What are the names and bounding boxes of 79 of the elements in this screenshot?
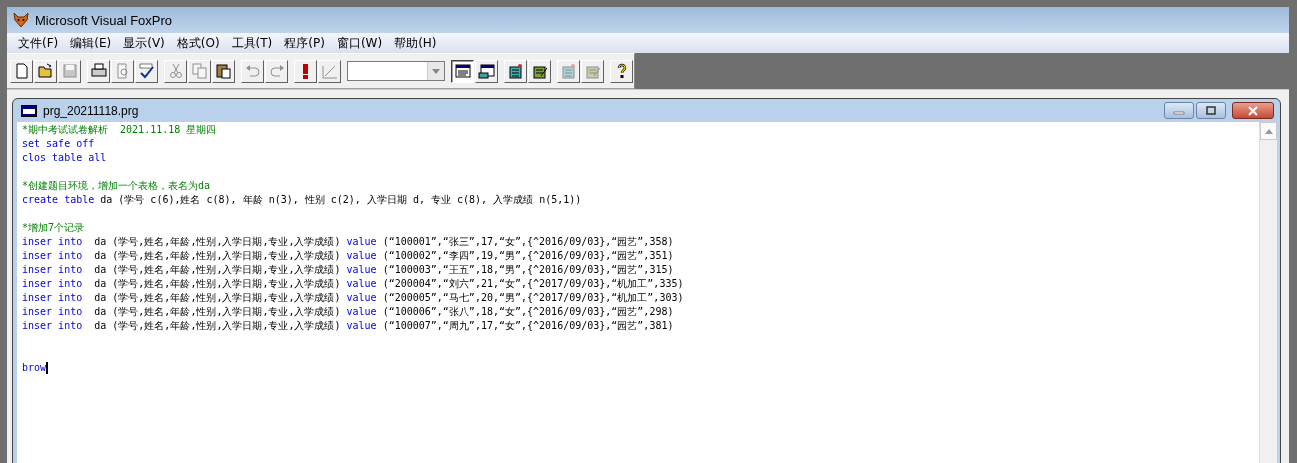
pages-icon	[190, 62, 209, 80]
window-table-icon	[477, 62, 496, 80]
window-title: Microsoft Visual FoxPro	[35, 12, 173, 28]
maximize-button[interactable]	[1196, 102, 1226, 119]
code-text: (“100006”,“张八”,18,“女”,{^2016/09/03},“园艺”,298)	[381, 305, 674, 319]
code-text: da (学号,姓名,年龄,性别,入学日期,专业,入学成绩)	[93, 249, 342, 263]
code-text: value	[346, 277, 377, 291]
code-text: inser into	[22, 263, 83, 277]
code-text: (“200004”,“刘六”,21,“女”,{^2017/09/03},“机加工”,335)	[381, 277, 684, 291]
document-icon	[21, 104, 37, 117]
fox-icon	[13, 12, 29, 28]
report-button[interactable]	[528, 59, 551, 83]
menu-item[interactable]: 格式(O)	[171, 34, 227, 52]
menu-item[interactable]: 显示(V)	[118, 34, 172, 52]
code-text: *增加7个记录	[22, 221, 85, 235]
code-text: brow	[22, 361, 47, 375]
minimize-button[interactable]	[1164, 102, 1194, 119]
scroll-up-icon	[1264, 128, 1273, 134]
code-text: da (学号,姓名,年龄,性别,入学日期,专业,入学成绩)	[93, 291, 342, 305]
code-text: da (学号,姓名,年龄,性别,入学日期,专业,入学成绩)	[93, 277, 342, 291]
run-button[interactable]	[294, 59, 317, 83]
code-text: clos table all	[22, 151, 107, 165]
code-text: inser into	[22, 277, 83, 291]
code-text: da (学号 c(6),姓名 c(8), 年龄 n(3), 性别 c(2), 入学日期 d, 专业 c(8), 入学成绩 n(5,1))	[99, 193, 582, 207]
code-text: value	[346, 263, 377, 277]
code-text: (“200005”,“马七”,20,“男”,{^2017/09/03},“机加工”,303)	[381, 291, 684, 305]
new-button[interactable]	[10, 59, 33, 83]
menu-item[interactable]: 编辑(E)	[65, 34, 119, 52]
exclamation-icon	[303, 63, 308, 79]
code-text: inser into	[22, 319, 83, 333]
menu-item[interactable]: 工具(T)	[226, 34, 280, 52]
dropdown-arrow-icon	[432, 68, 440, 74]
close-button[interactable]	[1232, 102, 1274, 119]
menu-item[interactable]: 程序(P)	[279, 34, 332, 52]
code-text: inser into	[22, 291, 83, 305]
code-text: inser into	[22, 235, 83, 249]
menu-item[interactable]: 文件(F)	[13, 34, 66, 52]
menu-item[interactable]: 窗口(W)	[331, 34, 390, 52]
help-button[interactable]	[610, 59, 633, 83]
code-text: value	[346, 319, 377, 333]
code-text: set safe off	[22, 137, 95, 151]
form-button[interactable]	[504, 59, 527, 83]
code-text: da (学号,姓名,年龄,性别,入学日期,专业,入学成绩)	[93, 319, 342, 333]
code-text: inser into	[22, 305, 83, 319]
maximize-icon	[1205, 105, 1217, 116]
code-text: inser into	[22, 249, 83, 263]
paste-button[interactable]	[212, 59, 235, 83]
printer-icon	[89, 62, 108, 80]
menu-item[interactable]: 帮助(H)	[389, 34, 444, 52]
session-button[interactable]	[475, 59, 498, 83]
code-text: *期中考试试卷解析 2021.11.18 星期四	[22, 123, 217, 137]
window-icon	[453, 62, 472, 80]
print-button[interactable]	[87, 59, 110, 83]
code-text: da (学号,姓名,年龄,性别,入学日期,专业,入学成绩)	[93, 235, 342, 249]
code-text: value	[346, 235, 377, 249]
code-text: (“100002”,“李四”,19,“男”,{^2016/09/03},“园艺”,351)	[381, 249, 674, 263]
close-icon	[1247, 105, 1259, 116]
code-text: (“100001”,“张三”,17,“女”,{^2016/09/03},“园艺”,358)	[381, 235, 674, 249]
code-text: (“100003”,“王五”,18,“男”,{^2016/09/03},“园艺”,315)	[381, 263, 674, 277]
form-icon	[506, 62, 525, 80]
code-text: value	[346, 291, 377, 305]
form-icon	[559, 62, 578, 80]
command-button[interactable]	[451, 59, 474, 83]
code-text: value	[346, 249, 377, 263]
code-text: create table	[22, 193, 95, 207]
code-text: value	[346, 305, 377, 319]
window-title: prg_20211118.prg	[43, 103, 139, 118]
dropdown-field[interactable]	[347, 61, 445, 81]
code-text: *创建题目环境，增加一个表格，表名为da	[22, 179, 211, 193]
redo-icon	[267, 62, 286, 80]
open-button[interactable]	[34, 59, 57, 83]
clipboard-icon	[214, 62, 233, 80]
code-text: da (学号,姓名,年龄,性别,入学日期,专业,入学成绩)	[93, 263, 342, 277]
spell-button[interactable]	[135, 59, 158, 83]
folder-icon	[36, 62, 55, 80]
scrollbar[interactable]	[1259, 122, 1277, 463]
checkmark-icon	[137, 62, 156, 80]
code-text: (“100007”,“周九”,17,“女”,{^2016/09/03},“园艺”,381)	[381, 319, 674, 333]
code-text: da (学号,姓名,年龄,性别,入学日期,专业,入学成绩)	[93, 305, 342, 319]
